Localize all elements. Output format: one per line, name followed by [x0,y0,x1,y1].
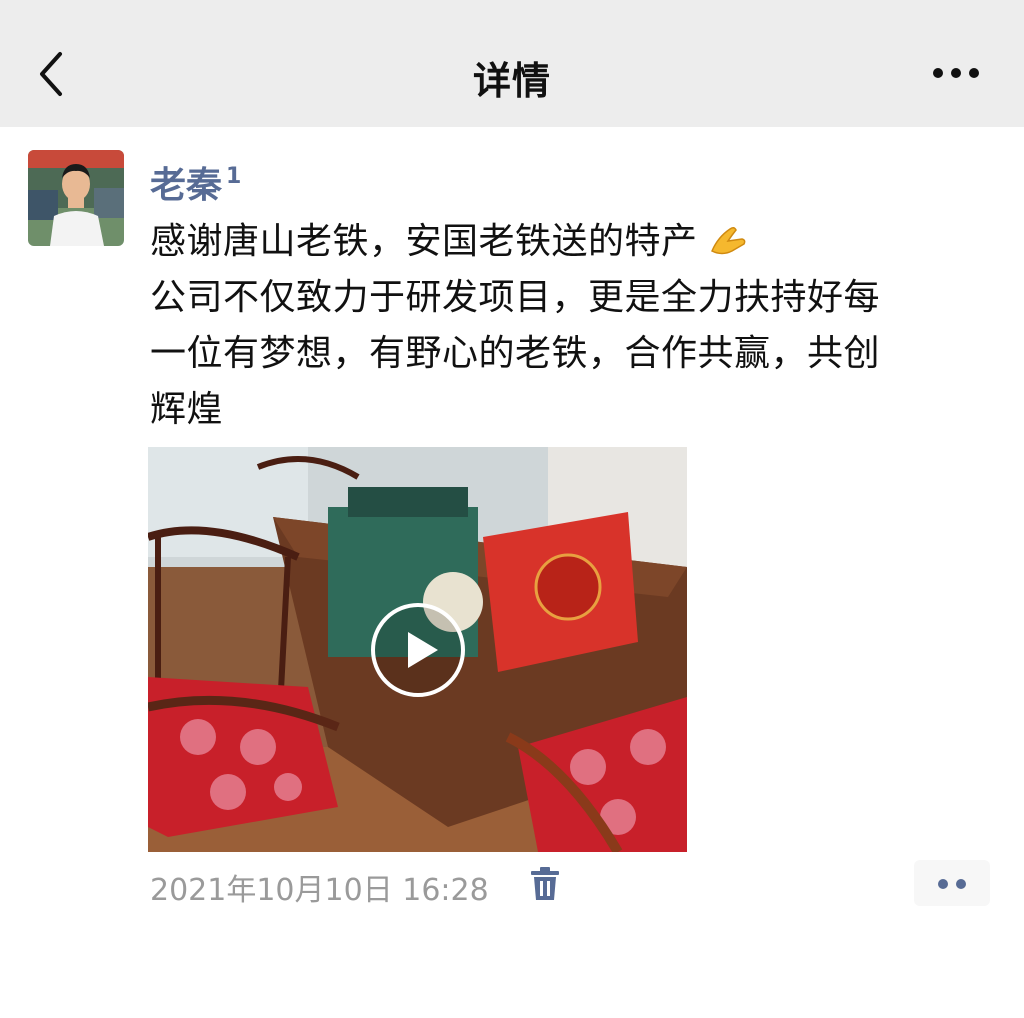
post-line-3: 一位有梦想，有野心的老铁，合作共赢，共创 [150,333,881,374]
post-line-1-text: 感谢唐山老铁，安国老铁送的特产 [150,221,698,262]
video-thumbnail[interactable] [148,447,687,852]
post-line-1: 感谢唐山老铁，安国老铁送的特产 [150,214,990,270]
post-content: 感谢唐山老铁，安国老铁送的特产 公司不仅致力于研发项目，更是全力扶持好每 一位有… [150,214,990,438]
play-button[interactable] [370,602,466,698]
pinched-fingers-emoji-icon [698,223,749,261]
post-line-4: 辉煌 [150,389,224,430]
avatar-photo [28,150,124,246]
author-badge: 1 [226,164,242,189]
more-button[interactable] [928,58,988,88]
top-navbar: 详情 [0,0,1024,127]
post-line-2: 公司不仅致力于研发项目，更是全力扶持好每 [150,277,881,318]
delete-button[interactable] [530,866,560,902]
avatar[interactable] [28,150,124,246]
post-timestamp: 2021年10月10日 16:28 [150,873,489,908]
author-name-text: 老秦 [150,165,223,206]
comment-like-button[interactable] [914,860,990,906]
more-dots-icon [933,68,979,78]
trash-icon [531,867,559,900]
play-icon [371,603,465,697]
page-title: 详情 [472,59,551,103]
author-name[interactable]: 老秦 1 [150,156,241,208]
